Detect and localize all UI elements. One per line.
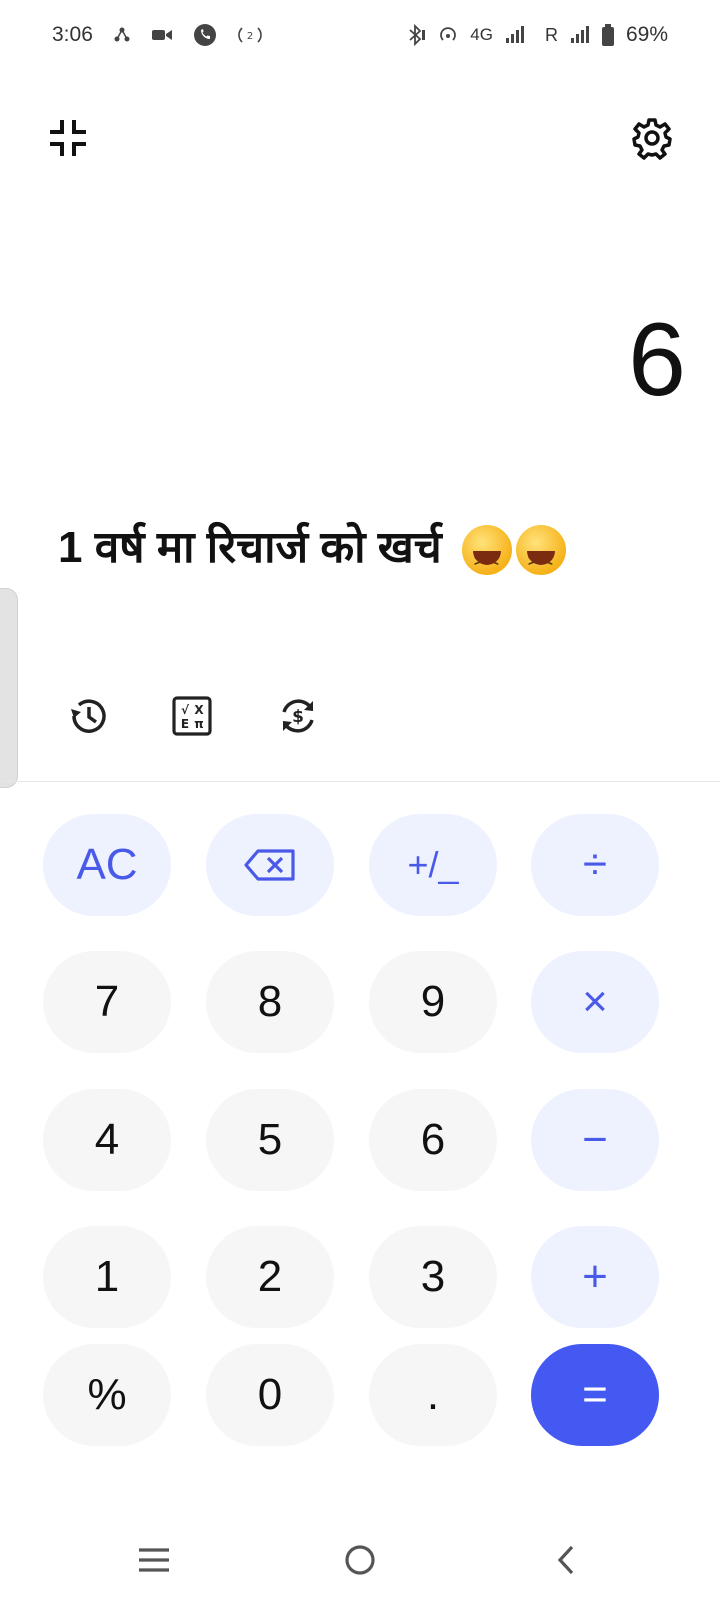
home-button[interactable]	[330, 1530, 390, 1590]
digit-3-button[interactable]: 3	[369, 1226, 497, 1328]
gear-icon	[632, 118, 672, 160]
percent-button[interactable]: %	[43, 1344, 171, 1446]
equals-button[interactable]: =	[531, 1344, 659, 1446]
sign-toggle-button[interactable]: +/_	[369, 814, 497, 916]
status-left: 3:06 2	[52, 23, 263, 47]
laughing-emoji-icon	[515, 525, 566, 590]
video-camera-icon	[151, 27, 173, 43]
currency-convert-icon: $	[282, 699, 314, 733]
collapse-icon	[50, 120, 86, 156]
expression-emoji-group	[461, 525, 566, 590]
bluetooth-icon	[406, 24, 426, 46]
svg-text:π: π	[194, 717, 204, 731]
digit-9-button[interactable]: 9	[369, 951, 497, 1053]
calculator-screen: 3:06 2 4G R 69% 6 1 वर्ष मा रिचार्ज को ख…	[0, 0, 720, 1608]
all-clear-button[interactable]: AC	[43, 814, 171, 916]
display-divider	[0, 781, 720, 782]
scientific-icon: √ X E π	[172, 696, 212, 736]
digit-8-button[interactable]: 8	[206, 951, 334, 1053]
battery-level: 69%	[625, 23, 668, 46]
collapse-button[interactable]	[46, 116, 90, 160]
top-toolbar	[0, 112, 720, 168]
wifi-calling-icon	[438, 25, 458, 45]
plus-button[interactable]: +	[531, 1226, 659, 1328]
result-display: 6	[628, 302, 686, 418]
signal-strength-2-icon	[570, 26, 590, 44]
share-network-icon	[113, 26, 131, 44]
svg-text:E: E	[181, 717, 189, 731]
digit-4-button[interactable]: 4	[43, 1089, 171, 1191]
digit-1-button[interactable]: 1	[43, 1226, 171, 1328]
laughing-emoji-icon	[461, 525, 512, 590]
battery-icon	[601, 24, 614, 46]
svg-text:X: X	[194, 703, 204, 717]
settings-button[interactable]	[630, 116, 674, 160]
tool-row: √ X E π $	[0, 692, 720, 748]
svg-text:$: $	[292, 707, 304, 727]
hotspot-icon: 2	[237, 25, 263, 45]
network-type: 4G	[470, 25, 493, 44]
viber-icon	[193, 23, 217, 47]
svg-text:√: √	[181, 703, 190, 717]
minus-button[interactable]: −	[531, 1089, 659, 1191]
menu-icon	[139, 1548, 169, 1572]
roaming-indicator: R	[544, 24, 558, 45]
currency-converter-button[interactable]: $	[274, 692, 322, 740]
signal-strength-icon	[505, 26, 525, 44]
navigation-bar	[0, 1530, 720, 1608]
back-button[interactable]	[536, 1530, 596, 1590]
digit-2-button[interactable]: 2	[206, 1226, 334, 1328]
digit-5-button[interactable]: 5	[206, 1089, 334, 1191]
backspace-button[interactable]	[206, 814, 334, 916]
status-bar: 3:06 2 4G R 69%	[0, 0, 720, 70]
home-icon	[345, 1545, 375, 1575]
digit-6-button[interactable]: 6	[369, 1089, 497, 1191]
decimal-button[interactable]: .	[369, 1344, 497, 1446]
status-right: 4G R 69%	[406, 23, 668, 47]
edge-panel-handle[interactable]	[0, 588, 18, 788]
digit-0-button[interactable]: 0	[206, 1344, 334, 1446]
expression-display[interactable]: 1 वर्ष मा रिचार्ज को खर्च	[58, 520, 566, 590]
status-time: 3:06	[52, 23, 93, 46]
divide-button[interactable]: ÷	[531, 814, 659, 916]
digit-7-button[interactable]: 7	[43, 951, 171, 1053]
back-icon	[557, 1545, 574, 1575]
scientific-mode-button[interactable]: √ X E π	[168, 692, 216, 740]
recent-apps-button[interactable]	[124, 1530, 184, 1590]
history-button[interactable]	[64, 692, 112, 740]
backspace-icon	[244, 849, 295, 881]
svg-text:2: 2	[247, 31, 253, 42]
history-icon	[71, 699, 106, 733]
multiply-button[interactable]: ×	[531, 951, 659, 1053]
expression-text: 1 वर्ष मा रिचार्ज को खर्च	[58, 523, 442, 572]
